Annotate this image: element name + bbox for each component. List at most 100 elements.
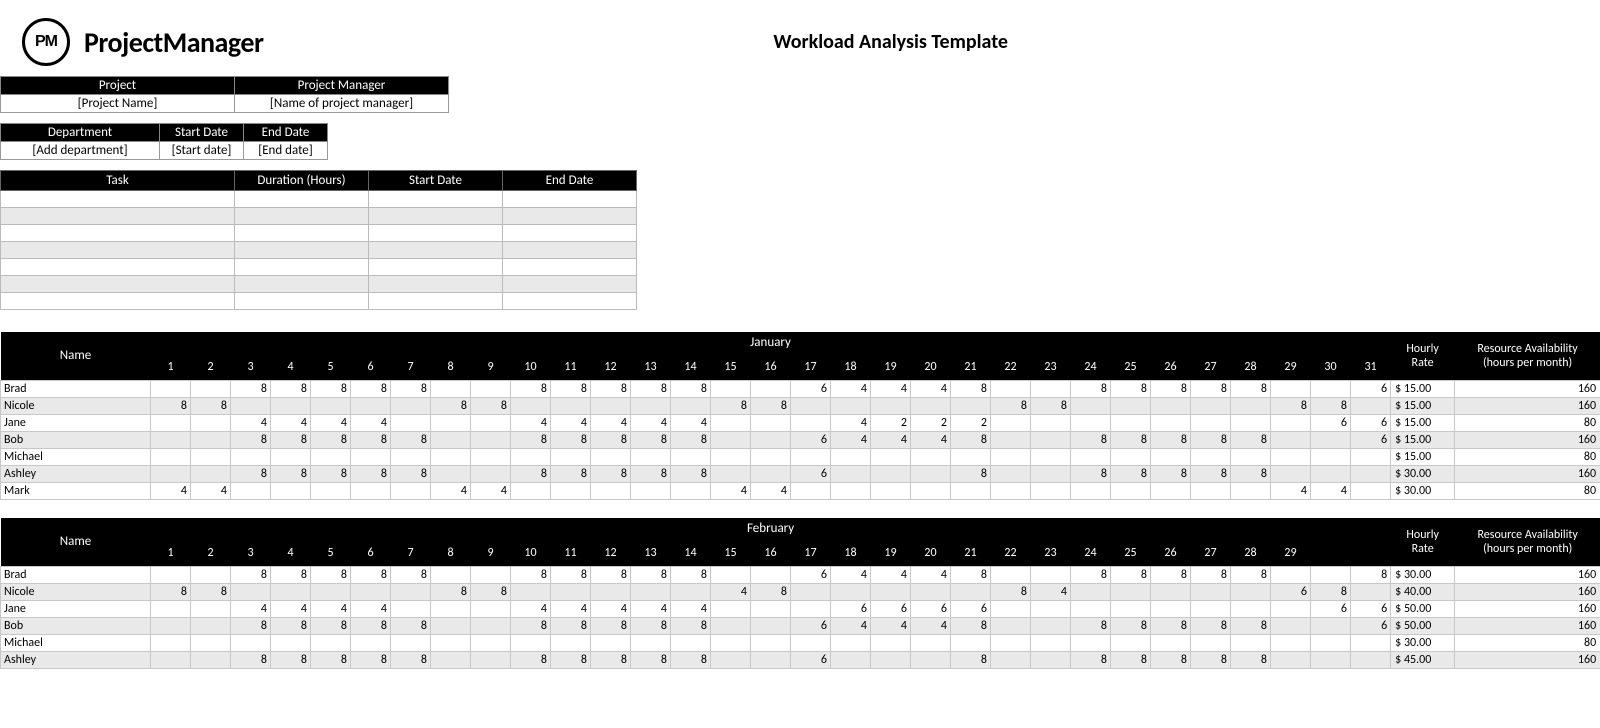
hours-cell[interactable] [231, 635, 271, 652]
hours-cell[interactable] [1231, 415, 1271, 432]
hours-cell[interactable]: 8 [1231, 652, 1271, 669]
project-name-cell[interactable]: [Project Name] [1, 95, 235, 113]
hours-cell[interactable] [191, 381, 231, 398]
hours-cell[interactable] [471, 601, 511, 618]
hours-cell[interactable] [871, 398, 911, 415]
hours-cell[interactable]: 4 [751, 483, 791, 500]
hours-cell[interactable] [1271, 449, 1311, 466]
hours-cell[interactable]: 8 [1111, 652, 1151, 669]
hours-cell[interactable]: 4 [631, 415, 671, 432]
hours-cell[interactable] [1311, 635, 1351, 652]
hours-cell[interactable] [151, 618, 191, 635]
task-cell[interactable] [1, 276, 235, 293]
hours-cell[interactable]: 4 [911, 618, 951, 635]
hourly-rate-cell[interactable]: $ 15.00 [1391, 415, 1455, 432]
hours-cell[interactable] [311, 635, 351, 652]
hourly-rate-cell[interactable]: $ 45.00 [1391, 652, 1455, 669]
task-cell[interactable] [1, 242, 235, 259]
hours-cell[interactable]: 8 [591, 618, 631, 635]
hours-cell[interactable] [431, 652, 471, 669]
hours-cell[interactable] [831, 449, 871, 466]
hours-cell[interactable]: 6 [1351, 432, 1391, 449]
hours-cell[interactable] [1351, 398, 1391, 415]
hours-cell[interactable] [791, 398, 831, 415]
hours-cell[interactable] [1071, 483, 1111, 500]
availability-cell[interactable]: 160 [1455, 584, 1600, 601]
hours-cell[interactable]: 8 [671, 466, 711, 483]
hours-cell[interactable]: 8 [711, 398, 751, 415]
hours-cell[interactable] [191, 466, 231, 483]
task-row[interactable] [1, 242, 637, 259]
hours-cell[interactable]: 4 [871, 618, 911, 635]
hours-cell[interactable] [391, 601, 431, 618]
hours-cell[interactable] [991, 415, 1031, 432]
hours-cell[interactable]: 8 [311, 381, 351, 398]
hours-cell[interactable] [671, 584, 711, 601]
hours-cell[interactable]: 8 [1311, 398, 1351, 415]
hours-cell[interactable]: 4 [831, 432, 871, 449]
hours-cell[interactable]: 6 [871, 601, 911, 618]
hours-cell[interactable] [951, 398, 991, 415]
hours-cell[interactable]: 8 [391, 466, 431, 483]
hours-cell[interactable] [1071, 449, 1111, 466]
hours-cell[interactable]: 8 [1151, 381, 1191, 398]
hours-cell[interactable]: 4 [871, 567, 911, 584]
hours-cell[interactable] [1031, 432, 1071, 449]
hours-cell[interactable] [1271, 567, 1311, 584]
hours-cell[interactable] [151, 652, 191, 669]
hours-cell[interactable] [671, 635, 711, 652]
availability-cell[interactable]: 160 [1455, 432, 1600, 449]
hours-cell[interactable] [1031, 466, 1071, 483]
hourly-rate-cell[interactable]: $ 50.00 [1391, 601, 1455, 618]
task-cell[interactable] [503, 259, 637, 276]
hours-cell[interactable]: 8 [1151, 567, 1191, 584]
hours-cell[interactable]: 8 [1231, 381, 1271, 398]
hours-cell[interactable]: 8 [1231, 618, 1271, 635]
hours-cell[interactable] [751, 601, 791, 618]
availability-cell[interactable]: 160 [1455, 567, 1600, 584]
task-cell[interactable] [1, 225, 235, 242]
hours-cell[interactable] [991, 635, 1031, 652]
hours-cell[interactable]: 4 [871, 381, 911, 398]
hours-cell[interactable] [911, 466, 951, 483]
hours-cell[interactable] [1191, 483, 1231, 500]
hours-cell[interactable] [1351, 483, 1391, 500]
hours-cell[interactable]: 8 [351, 652, 391, 669]
hours-cell[interactable] [551, 635, 591, 652]
hourly-rate-cell[interactable]: $ 15.00 [1391, 381, 1455, 398]
hours-cell[interactable] [471, 381, 511, 398]
hours-cell[interactable] [431, 618, 471, 635]
hours-cell[interactable] [351, 449, 391, 466]
hours-cell[interactable] [391, 635, 431, 652]
hours-cell[interactable]: 2 [951, 415, 991, 432]
hours-cell[interactable] [1271, 415, 1311, 432]
hours-cell[interactable]: 8 [991, 398, 1031, 415]
hours-cell[interactable]: 8 [1071, 567, 1111, 584]
hours-cell[interactable]: 8 [1071, 432, 1111, 449]
hours-cell[interactable] [991, 449, 1031, 466]
hours-cell[interactable]: 8 [1231, 567, 1271, 584]
hours-cell[interactable]: 4 [471, 483, 511, 500]
hours-cell[interactable]: 8 [231, 652, 271, 669]
task-row[interactable] [1, 208, 637, 225]
hours-cell[interactable]: 8 [1031, 398, 1071, 415]
hours-cell[interactable] [1311, 618, 1351, 635]
hours-cell[interactable]: 8 [231, 567, 271, 584]
hours-cell[interactable]: 8 [1191, 567, 1231, 584]
hours-cell[interactable] [911, 483, 951, 500]
hours-cell[interactable]: 8 [631, 432, 671, 449]
hours-cell[interactable] [951, 584, 991, 601]
hours-cell[interactable] [1031, 415, 1071, 432]
hours-cell[interactable]: 8 [391, 652, 431, 669]
hours-cell[interactable] [1151, 483, 1191, 500]
availability-cell[interactable]: 160 [1455, 652, 1600, 669]
hours-cell[interactable] [871, 584, 911, 601]
hours-cell[interactable]: 8 [551, 381, 591, 398]
hours-cell[interactable] [991, 567, 1031, 584]
hours-cell[interactable] [711, 466, 751, 483]
hours-cell[interactable] [1071, 584, 1111, 601]
hours-cell[interactable]: 6 [791, 652, 831, 669]
hours-cell[interactable]: 8 [311, 618, 351, 635]
hours-cell[interactable]: 4 [311, 415, 351, 432]
hours-cell[interactable] [511, 584, 551, 601]
